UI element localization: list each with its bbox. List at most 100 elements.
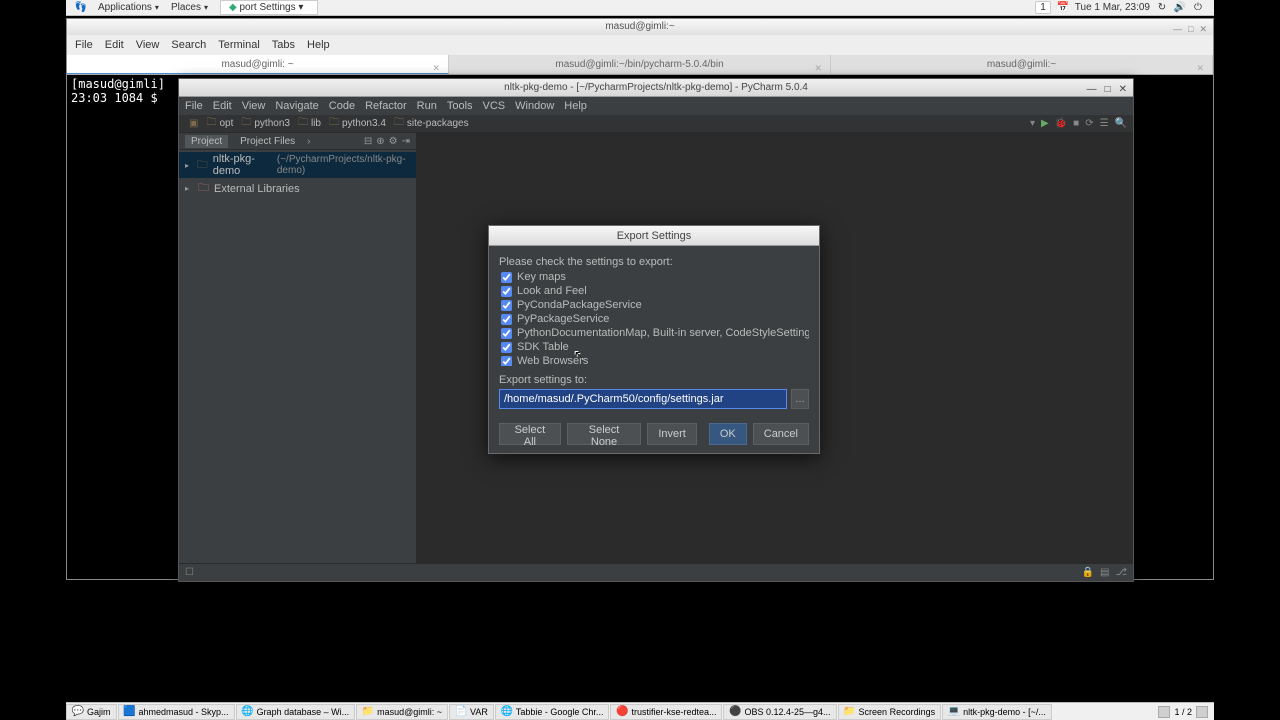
menu-view[interactable]: View (242, 100, 266, 112)
menu-code[interactable]: Code (329, 100, 355, 112)
taskbar-item[interactable]: 💬Gajim (66, 704, 117, 720)
refresh-icon[interactable]: ↻ (1156, 2, 1168, 13)
setting-item-look[interactable]: Look and Feel (499, 284, 809, 298)
select-all-button[interactable]: Select All (499, 423, 561, 445)
minimize-icon[interactable]: — (1087, 81, 1097, 99)
ok-button[interactable]: OK (709, 423, 747, 445)
taskbar-item[interactable]: 📄VAR (449, 704, 494, 720)
calendar-icon[interactable]: 📅 (1057, 2, 1069, 13)
breadcrumb-item[interactable]: 🗀python3.4 (325, 115, 390, 132)
tray-icon[interactable] (1196, 706, 1208, 718)
settings-list[interactable]: Key maps Look and Feel PyCondaPackageSer… (499, 270, 809, 366)
taskbar-item[interactable]: 📁Screen Recordings (838, 704, 942, 720)
menu-file[interactable]: File (185, 100, 203, 112)
setting-item-browsers[interactable]: Web Browsers (499, 354, 809, 366)
tree-external-libs[interactable]: ▸ 🗀 External Libraries (179, 178, 416, 199)
project-files-tab[interactable]: Project Files (234, 135, 301, 148)
tree-root-node[interactable]: ▸ 🗀 nltk-pkg-demo (~/PycharmProjects/nlt… (179, 152, 416, 178)
expand-icon[interactable]: ▸ (185, 161, 192, 170)
collapse-icon[interactable]: ⊟ (364, 136, 372, 147)
tab-close-icon[interactable]: ✕ (432, 58, 440, 78)
taskbar-item[interactable]: 📁masud@gimli: ~ (356, 704, 448, 720)
update-icon[interactable]: ⟳ (1085, 118, 1093, 129)
menu-help[interactable]: Help (307, 39, 330, 51)
menu-navigate[interactable]: Navigate (275, 100, 318, 112)
taskbar-item[interactable]: 🌐Graph database – Wi... (236, 704, 356, 720)
notification-count[interactable]: 1 (1035, 1, 1051, 14)
breadcrumb-home[interactable]: ▣ (185, 118, 202, 129)
menu-run[interactable]: Run (417, 100, 437, 112)
power-icon[interactable]: ⏻ (1192, 2, 1204, 13)
breadcrumb-item[interactable]: 🗀site-packages (390, 115, 473, 132)
taskbar-item[interactable]: 🔴trustifier-kse-redtea... (610, 704, 722, 720)
status-indicator[interactable]: ☐ (185, 567, 194, 578)
setting-item-sdk[interactable]: SDK Table (499, 340, 809, 354)
chevron-down-icon[interactable]: ▾ (1030, 118, 1035, 129)
clock[interactable]: Tue 1 Mar, 23:09 (1075, 2, 1150, 13)
menu-edit[interactable]: Edit (105, 39, 124, 51)
active-window-button[interactable]: ◆ port Settings ▾ (220, 0, 318, 15)
folder-icon: 🗀 (241, 115, 251, 132)
menu-tabs[interactable]: Tabs (272, 39, 295, 51)
run-icon[interactable]: ▶ (1041, 118, 1049, 129)
breadcrumb-item[interactable]: 🗀lib (294, 115, 325, 132)
select-none-button[interactable]: Select None (567, 423, 642, 445)
taskbar-item[interactable]: 🟦ahmedmasud - Skyp... (118, 704, 235, 720)
target-icon[interactable]: ⊕ (376, 136, 384, 147)
export-path-input[interactable] (499, 389, 787, 409)
terminal-tab-1[interactable]: masud@gimli: ~✕ (67, 55, 449, 74)
setting-item-conda[interactable]: PyCondaPackageService (499, 298, 809, 312)
search-icon[interactable]: 🔍 (1115, 118, 1127, 129)
cancel-button[interactable]: Cancel (753, 423, 809, 445)
menu-window[interactable]: Window (515, 100, 554, 112)
dialog-title[interactable]: Export Settings (489, 226, 819, 246)
project-tab[interactable]: Project (185, 135, 228, 148)
taskbar-item[interactable]: 💻nltk-pkg-demo - [~/... (942, 704, 1052, 720)
taskbar-item[interactable]: 🌐Tabbie - Google Chr... (495, 704, 610, 720)
tab-close-icon[interactable]: ✕ (814, 58, 822, 78)
setting-item-pypackage[interactable]: PyPackageService (499, 312, 809, 326)
pycharm-titlebar[interactable]: nltk-pkg-demo - [~/PycharmProjects/nltk-… (179, 79, 1133, 97)
browse-button[interactable]: … (791, 389, 809, 409)
settings-icon[interactable]: ☰ (1100, 118, 1109, 129)
status-layout-icon[interactable]: ▤ (1100, 567, 1109, 578)
places-menu[interactable]: Places▾ (165, 2, 214, 13)
status-lock-icon[interactable]: 🔒 (1082, 567, 1094, 578)
invert-button[interactable]: Invert (647, 423, 697, 445)
menu-file[interactable]: File (75, 39, 93, 51)
terminal-tab-3[interactable]: masud@gimli:~✕ (831, 55, 1213, 74)
setting-item-keymaps[interactable]: Key maps (499, 270, 809, 284)
menu-vcs[interactable]: VCS (483, 100, 506, 112)
expand-icon[interactable]: ▸ (185, 184, 193, 193)
debug-icon[interactable]: 🐞 (1055, 118, 1067, 129)
maximize-icon[interactable]: □ (1188, 21, 1193, 37)
menu-help[interactable]: Help (564, 100, 587, 112)
volume-icon[interactable]: 🔊 (1174, 2, 1186, 13)
close-icon[interactable]: ✕ (1199, 21, 1207, 37)
taskbar-item[interactable]: ⚫OBS 0.12.4-25—g4... (723, 704, 836, 720)
menu-terminal[interactable]: Terminal (218, 39, 260, 51)
breadcrumb-item[interactable]: 🗀python3 (237, 115, 294, 132)
project-tree[interactable]: ▸ 🗀 nltk-pkg-demo (~/PycharmProjects/nlt… (179, 150, 416, 201)
breadcrumb-item[interactable]: 🗀opt (202, 115, 237, 132)
setting-item-docmap[interactable]: PythonDocumentationMap, Built-in server,… (499, 326, 809, 340)
menu-search[interactable]: Search (171, 39, 206, 51)
menu-edit[interactable]: Edit (213, 100, 232, 112)
status-git-icon[interactable]: ⎇ (1115, 567, 1127, 578)
menu-refactor[interactable]: Refactor (365, 100, 407, 112)
hide-icon[interactable]: ⇥ (402, 136, 410, 147)
menu-view[interactable]: View (136, 39, 160, 51)
chevron-right-icon[interactable]: › (307, 136, 310, 147)
menu-tools[interactable]: Tools (447, 100, 473, 112)
terminal-tab-2[interactable]: masud@gimli:~/bin/pycharm-5.0.4/bin✕ (449, 55, 831, 74)
tab-close-icon[interactable]: ✕ (1196, 58, 1204, 78)
workspace-switcher[interactable]: 1 / 2 (1152, 706, 1214, 718)
maximize-icon[interactable]: □ (1105, 81, 1111, 99)
close-icon[interactable]: ✕ (1119, 81, 1127, 99)
minimize-icon[interactable]: — (1173, 21, 1182, 37)
terminal-titlebar[interactable]: masud@gimli:~ —□✕ (67, 19, 1213, 35)
tray-icon[interactable] (1158, 706, 1170, 718)
stop-icon[interactable]: ■ (1073, 118, 1079, 129)
applications-menu[interactable]: Applications▾ (92, 2, 165, 13)
gear-icon[interactable]: ⚙ (389, 136, 398, 147)
